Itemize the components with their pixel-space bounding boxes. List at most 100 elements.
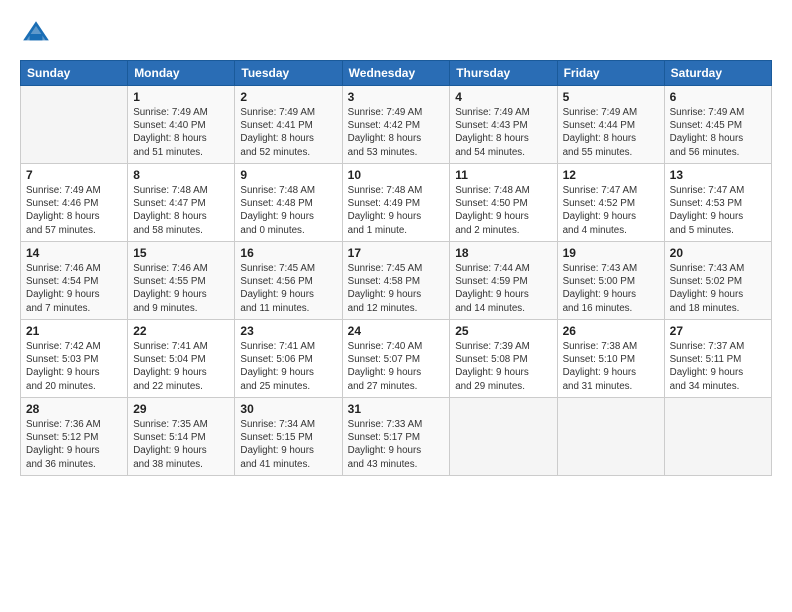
day-info: Sunrise: 7:41 AMSunset: 5:06 PMDaylight:… xyxy=(240,340,336,393)
day-number: 14 xyxy=(26,246,122,260)
day-cell: 25 Sunrise: 7:39 AMSunset: 5:08 PMDayligh… xyxy=(450,320,557,398)
day-number: 25 xyxy=(455,324,551,338)
day-number: 17 xyxy=(348,246,445,260)
day-info: Sunrise: 7:49 AMSunset: 4:42 PMDaylight:… xyxy=(348,106,445,159)
day-cell: 17 Sunrise: 7:45 AMSunset: 4:58 PMDayligh… xyxy=(342,242,450,320)
day-info: Sunrise: 7:39 AMSunset: 5:08 PMDaylight:… xyxy=(455,340,551,393)
day-number: 30 xyxy=(240,402,336,416)
day-cell: 23 Sunrise: 7:41 AMSunset: 5:06 PMDayligh… xyxy=(235,320,342,398)
week-row-3: 14Sunrise: 7:46 AMSunset: 4:54 PMDayligh… xyxy=(21,242,772,320)
day-info: Sunrise: 7:49 AMSunset: 4:40 PMDaylight:… xyxy=(133,106,229,159)
day-number: 24 xyxy=(348,324,445,338)
day-cell: 29 Sunrise: 7:35 AMSunset: 5:14 PMDayligh… xyxy=(128,398,235,476)
day-number: 29 xyxy=(133,402,229,416)
day-info: Sunrise: 7:40 AMSunset: 5:07 PMDaylight:… xyxy=(348,340,445,393)
week-row-1: 1 Sunrise: 7:49 AMSunset: 4:40 PMDaylight… xyxy=(21,86,772,164)
day-info: Sunrise: 7:41 AMSunset: 5:04 PMDaylight:… xyxy=(133,340,229,393)
day-info: Sunrise: 7:34 AMSunset: 5:15 PMDaylight:… xyxy=(240,418,336,471)
day-number: 28 xyxy=(26,402,122,416)
day-number: 1 xyxy=(133,90,229,104)
page: SundayMondayTuesdayWednesdayThursdayFrid… xyxy=(0,0,792,486)
day-cell: 22Sunrise: 7:41 AMSunset: 5:04 PMDayligh… xyxy=(128,320,235,398)
day-number: 13 xyxy=(670,168,766,182)
day-header-sunday: Sunday xyxy=(21,61,128,86)
header xyxy=(20,18,772,50)
day-cell: 9 Sunrise: 7:48 AMSunset: 4:48 PMDaylight… xyxy=(235,164,342,242)
day-number: 4 xyxy=(455,90,551,104)
day-number: 20 xyxy=(670,246,766,260)
day-number: 9 xyxy=(240,168,336,182)
day-info: Sunrise: 7:49 AMSunset: 4:43 PMDaylight:… xyxy=(455,106,551,159)
week-row-4: 21 Sunrise: 7:42 AMSunset: 5:03 PMDayligh… xyxy=(21,320,772,398)
calendar-header-row: SundayMondayTuesdayWednesdayThursdayFrid… xyxy=(21,61,772,86)
day-info: Sunrise: 7:38 AMSunset: 5:10 PMDaylight:… xyxy=(563,340,659,393)
day-number: 10 xyxy=(348,168,445,182)
day-header-friday: Friday xyxy=(557,61,664,86)
day-cell: 6 Sunrise: 7:49 AMSunset: 4:45 PMDaylight… xyxy=(664,86,771,164)
day-info: Sunrise: 7:48 AMSunset: 4:50 PMDaylight:… xyxy=(455,184,551,237)
day-info: Sunrise: 7:45 AMSunset: 4:58 PMDaylight:… xyxy=(348,262,445,315)
day-number: 27 xyxy=(670,324,766,338)
day-info: Sunrise: 7:49 AMSunset: 4:44 PMDaylight:… xyxy=(563,106,659,159)
day-number: 19 xyxy=(563,246,659,260)
day-number: 15 xyxy=(133,246,229,260)
day-number: 6 xyxy=(670,90,766,104)
day-cell: 5 Sunrise: 7:49 AMSunset: 4:44 PMDaylight… xyxy=(557,86,664,164)
day-header-saturday: Saturday xyxy=(664,61,771,86)
day-cell: 13 Sunrise: 7:47 AMSunset: 4:53 PMDayligh… xyxy=(664,164,771,242)
day-cell: 11 Sunrise: 7:48 AMSunset: 4:50 PMDayligh… xyxy=(450,164,557,242)
day-number: 31 xyxy=(348,402,445,416)
day-cell: 10 Sunrise: 7:48 AMSunset: 4:49 PMDayligh… xyxy=(342,164,450,242)
logo-icon xyxy=(20,18,52,50)
day-cell: 18Sunrise: 7:44 AMSunset: 4:59 PMDayligh… xyxy=(450,242,557,320)
day-cell xyxy=(21,86,128,164)
day-cell: 2Sunrise: 7:49 AMSunset: 4:41 PMDaylight… xyxy=(235,86,342,164)
day-header-wednesday: Wednesday xyxy=(342,61,450,86)
day-number: 16 xyxy=(240,246,336,260)
day-cell xyxy=(664,398,771,476)
day-cell: 26 Sunrise: 7:38 AMSunset: 5:10 PMDayligh… xyxy=(557,320,664,398)
day-cell: 16 Sunrise: 7:45 AMSunset: 4:56 PMDayligh… xyxy=(235,242,342,320)
week-row-2: 7Sunrise: 7:49 AMSunset: 4:46 PMDaylight… xyxy=(21,164,772,242)
day-info: Sunrise: 7:42 AMSunset: 5:03 PMDaylight:… xyxy=(26,340,122,393)
day-cell: 27 Sunrise: 7:37 AMSunset: 5:11 PMDayligh… xyxy=(664,320,771,398)
day-info: Sunrise: 7:49 AMSunset: 4:46 PMDaylight:… xyxy=(26,184,122,237)
day-info: Sunrise: 7:48 AMSunset: 4:48 PMDaylight:… xyxy=(240,184,336,237)
day-header-tuesday: Tuesday xyxy=(235,61,342,86)
day-cell xyxy=(557,398,664,476)
day-number: 23 xyxy=(240,324,336,338)
day-info: Sunrise: 7:48 AMSunset: 4:47 PMDaylight:… xyxy=(133,184,229,237)
day-cell: 7Sunrise: 7:49 AMSunset: 4:46 PMDaylight… xyxy=(21,164,128,242)
day-number: 12 xyxy=(563,168,659,182)
day-number: 8 xyxy=(133,168,229,182)
day-cell: 1 Sunrise: 7:49 AMSunset: 4:40 PMDaylight… xyxy=(128,86,235,164)
day-cell: 4 Sunrise: 7:49 AMSunset: 4:43 PMDaylight… xyxy=(450,86,557,164)
day-number: 11 xyxy=(455,168,551,182)
day-cell: 15 Sunrise: 7:46 AMSunset: 4:55 PMDayligh… xyxy=(128,242,235,320)
day-cell: 30 Sunrise: 7:34 AMSunset: 5:15 PMDayligh… xyxy=(235,398,342,476)
day-info: Sunrise: 7:35 AMSunset: 5:14 PMDaylight:… xyxy=(133,418,229,471)
day-cell xyxy=(450,398,557,476)
day-number: 18 xyxy=(455,246,551,260)
day-info: Sunrise: 7:48 AMSunset: 4:49 PMDaylight:… xyxy=(348,184,445,237)
day-info: Sunrise: 7:46 AMSunset: 4:55 PMDaylight:… xyxy=(133,262,229,315)
day-cell: 31Sunrise: 7:33 AMSunset: 5:17 PMDayligh… xyxy=(342,398,450,476)
logo xyxy=(20,18,56,50)
day-number: 21 xyxy=(26,324,122,338)
day-info: Sunrise: 7:47 AMSunset: 4:53 PMDaylight:… xyxy=(670,184,766,237)
day-cell: 12Sunrise: 7:47 AMSunset: 4:52 PMDayligh… xyxy=(557,164,664,242)
day-info: Sunrise: 7:43 AMSunset: 5:00 PMDaylight:… xyxy=(563,262,659,315)
day-cell: 14Sunrise: 7:46 AMSunset: 4:54 PMDayligh… xyxy=(21,242,128,320)
day-cell: 3Sunrise: 7:49 AMSunset: 4:42 PMDaylight… xyxy=(342,86,450,164)
day-info: Sunrise: 7:49 AMSunset: 4:45 PMDaylight:… xyxy=(670,106,766,159)
day-info: Sunrise: 7:36 AMSunset: 5:12 PMDaylight:… xyxy=(26,418,122,471)
day-header-monday: Monday xyxy=(128,61,235,86)
day-info: Sunrise: 7:37 AMSunset: 5:11 PMDaylight:… xyxy=(670,340,766,393)
day-number: 26 xyxy=(563,324,659,338)
week-row-5: 28 Sunrise: 7:36 AMSunset: 5:12 PMDayligh… xyxy=(21,398,772,476)
day-cell: 21 Sunrise: 7:42 AMSunset: 5:03 PMDayligh… xyxy=(21,320,128,398)
day-cell: 8 Sunrise: 7:48 AMSunset: 4:47 PMDaylight… xyxy=(128,164,235,242)
day-cell: 24 Sunrise: 7:40 AMSunset: 5:07 PMDayligh… xyxy=(342,320,450,398)
day-number: 5 xyxy=(563,90,659,104)
day-info: Sunrise: 7:45 AMSunset: 4:56 PMDaylight:… xyxy=(240,262,336,315)
